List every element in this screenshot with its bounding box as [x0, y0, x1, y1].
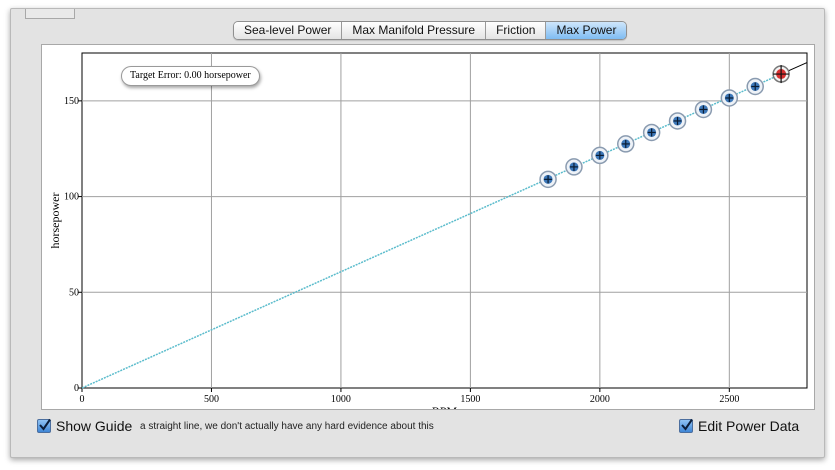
show-guide-label: Show Guide: [56, 418, 133, 434]
checkmark-icon: [39, 418, 51, 431]
tab-bar: Sea-level Power Max Manifold Pressure Fr…: [233, 21, 628, 40]
y-tick-label: 100: [64, 192, 79, 203]
edit-power-data-checkbox[interactable]: [679, 418, 693, 433]
data-point[interactable]: [668, 112, 687, 130]
data-point[interactable]: [539, 170, 557, 189]
data-point[interactable]: [617, 135, 635, 153]
tab-sea-level-power[interactable]: Sea-level Power: [234, 22, 343, 39]
x-tick-label: 500: [204, 394, 219, 405]
data-point[interactable]: [720, 89, 739, 107]
show-guide-toggle[interactable]: Show Guide: [37, 418, 132, 434]
data-point[interactable]: [642, 123, 661, 142]
y-tick-label: 0: [74, 383, 79, 394]
power-chart[interactable]: 0 500 1000 1500 2000 2500 0 50 100 150 RPM horsepow…: [41, 44, 815, 410]
data-point[interactable]: [565, 158, 583, 176]
data-point[interactable]: [694, 100, 713, 119]
x-tick-label: 1500: [460, 394, 480, 405]
y-tick-label: 150: [64, 96, 79, 107]
target-error-badge: Target Error: 0.00 horsepower: [121, 66, 260, 86]
target-point[interactable]: [772, 65, 790, 84]
x-tick-label: 1000: [331, 394, 351, 405]
show-guide-checkbox[interactable]: [37, 418, 51, 433]
tab-max-power[interactable]: Max Power: [546, 22, 627, 39]
edit-power-data-toggle[interactable]: Edit Power Data: [679, 418, 799, 434]
data-point[interactable]: [591, 146, 609, 165]
data-point[interactable]: [746, 77, 764, 96]
tab-friction[interactable]: Friction: [486, 22, 547, 39]
checkmark-icon: [681, 418, 693, 431]
x-tick-label: 2500: [719, 394, 739, 405]
guide-note: a straight line, we don't actually have …: [140, 421, 434, 432]
edit-power-data-label: Edit Power Data: [698, 418, 800, 434]
x-axis-title: RPM: [432, 404, 458, 409]
tab-max-manifold-pressure[interactable]: Max Manifold Pressure: [342, 22, 487, 39]
y-axis-title: horsepower: [48, 193, 62, 249]
chart-svg: 0 500 1000 1500 2000 2500 0 50 100 150 RPM horsepow…: [48, 52, 808, 409]
x-tick-label: 2000: [590, 394, 610, 405]
x-tick-label: 0: [80, 394, 85, 405]
main-window: Sea-level Power Max Manifold Pressure Fr…: [10, 8, 825, 458]
y-tick-label: 50: [69, 287, 79, 298]
window-corner-tab: [25, 9, 75, 19]
